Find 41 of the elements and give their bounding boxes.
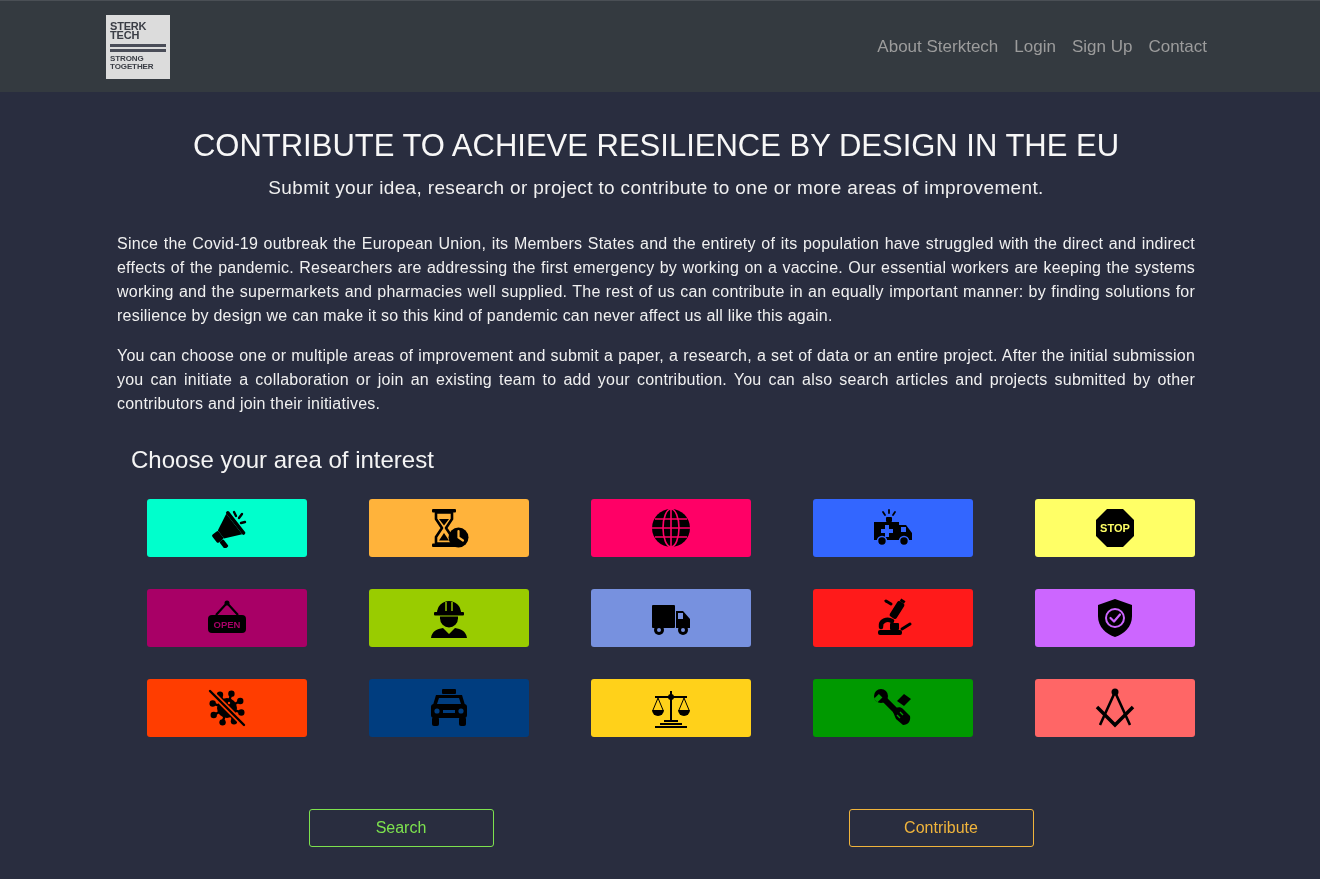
- logo-wordmark: STERK: [110, 21, 148, 31]
- search-button[interactable]: Search: [308, 809, 494, 847]
- logo-wordmark: TECH: [110, 31, 140, 41]
- page-title: CONTRIBUTE TO ACHIEVE RESILIENCE BY DESIGN IN THE EU: [191, 127, 1121, 165]
- area-tile[interactable]: [813, 499, 973, 557]
- area-tile[interactable]: [813, 589, 973, 647]
- area-tile[interactable]: [591, 499, 751, 557]
- worker-icon: [429, 598, 469, 638]
- logo-tagline: STRONG TOGETHER: [110, 54, 155, 72]
- globe-icon: [651, 508, 691, 548]
- compass-square-icon: [1095, 688, 1135, 728]
- intro-paragraph: You can choose one or multiple areas of improvement and submit a paper, a research, a set of data or an entire project. After the initial submission you can initiate a collaboration or join an existing team to add your contribution. You can also search articles and projects submitted by other contributors and join their initiatives.: [117, 346, 1195, 414]
- crossed-virus-icon: [207, 688, 247, 728]
- area-tile[interactable]: [369, 499, 529, 557]
- shield-check-icon: [1095, 598, 1135, 638]
- nav-link[interactable]: Login: [1006, 36, 1064, 57]
- area-tile[interactable]: [591, 679, 751, 737]
- area-tile[interactable]: [369, 679, 529, 737]
- taxi-icon: [429, 688, 469, 728]
- area-tile[interactable]: [369, 589, 529, 647]
- area-tile[interactable]: [591, 589, 751, 647]
- area-tile[interactable]: OPEN: [147, 589, 307, 647]
- nav-link[interactable]: Sign Up: [1063, 36, 1141, 57]
- section-heading: Choose your area of interest: [131, 445, 435, 475]
- area-tile[interactable]: [1035, 589, 1195, 647]
- ambulance-icon: [873, 508, 913, 548]
- contribute-button[interactable]: Contribute: [848, 809, 1034, 847]
- area-tile[interactable]: [813, 679, 973, 737]
- nav-link[interactable]: Contact: [1140, 36, 1207, 57]
- area-tile[interactable]: [147, 499, 307, 557]
- intro-paragraph: Since the Covid-19 outbreak the European Union, its Members States and the entirety of its population have struggled with the direct and indirect effects of the pandemic. Researchers are addressing the first emergency by working on a vaccine. Our essential workers are keeping the systems working and the supermarkets and pharmacies well supplied. The rest of us can contribute in an equally important manner: by finding solutions for resilience by design we can make it so this kind of pandemic can never affect us all like this again.: [117, 234, 1195, 326]
- area-tile[interactable]: [147, 679, 307, 737]
- hourglass-clock-icon: [429, 508, 469, 548]
- area-tile[interactable]: STOP: [1035, 499, 1195, 557]
- page-subtitle: Submit your idea, research or project to contribute to one or more areas of improvement.: [267, 176, 1045, 200]
- stop-sign-icon: STOP: [1095, 508, 1135, 548]
- nav-link[interactable]: About Sterktech: [869, 36, 1007, 57]
- scales-icon: [651, 688, 691, 728]
- tools-icon: [873, 688, 913, 728]
- logo[interactable]: STERK TECH STRONG TOGETHER: [106, 14, 170, 79]
- area-tile[interactable]: [1035, 679, 1195, 737]
